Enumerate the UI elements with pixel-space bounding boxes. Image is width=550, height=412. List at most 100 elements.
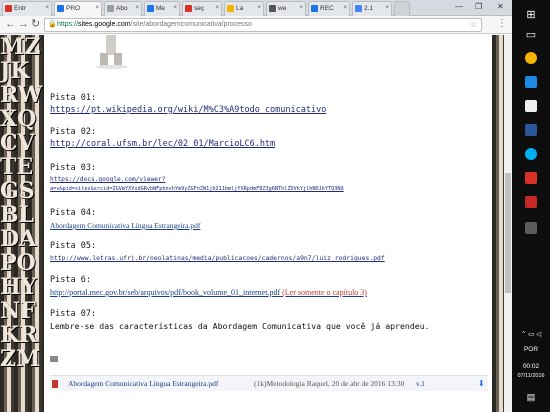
pista-06-line: http://portal.mec.gov.br/seb/arquivos/pd…	[50, 288, 367, 297]
pista-03-link-line2[interactable]: a=v&pid=sites&srcid=ZGVmYXVsdGRvbWFpbnxh…	[50, 186, 344, 192]
notification-icon[interactable]: ▤	[512, 392, 550, 403]
attachment-row-partial	[50, 393, 488, 403]
close-icon[interactable]: ×	[45, 2, 49, 15]
close-icon[interactable]: ×	[95, 2, 99, 15]
acrobat-icon[interactable]	[525, 172, 537, 184]
close-icon[interactable]: ×	[215, 2, 219, 15]
pista-04-label: Pista 04:	[50, 208, 97, 218]
close-icon[interactable]: ×	[299, 2, 303, 15]
forward-button[interactable]: →	[18, 18, 29, 31]
close-icon[interactable]: ×	[173, 2, 177, 15]
tab-label: 2.1	[364, 5, 374, 12]
tray-icons[interactable]: ⌃ ▭ ◁	[512, 330, 550, 338]
app-icon[interactable]	[525, 222, 537, 234]
tab-label: Me	[156, 5, 166, 12]
sites-icon	[147, 5, 154, 12]
pista-04-link[interactable]: Abordagem Comunicativa Língua Estrangeir…	[50, 221, 200, 230]
page-viewport: MZJKRWXQCVTEGSBLDAPOHYNFKRZM Pista 01: h…	[0, 35, 512, 412]
attachment-row: Abordagem Comunicativa Língua Estrangeir…	[50, 375, 488, 391]
close-icon[interactable]: ×	[135, 2, 139, 15]
start-icon[interactable]: ⊞	[521, 6, 541, 24]
tab-rec[interactable]: REC ×	[308, 1, 350, 16]
clock-time[interactable]: 00:02	[512, 363, 550, 370]
tab-label: La	[236, 5, 244, 12]
windows-taskbar: ⊞ ▭ ⌃ ▭ ◁ POR 00:02 07/11/2016 ▤	[512, 0, 550, 412]
pista-03-label: Pista 03:	[50, 163, 97, 173]
lock-icon: 🔒	[48, 21, 57, 28]
pista-03-link-line1[interactable]: https://docs.google.com/viewer?	[50, 176, 165, 183]
sites-icon	[57, 5, 64, 12]
close-icon[interactable]: ×	[257, 2, 261, 15]
attachment-name[interactable]: Abordagem Comunicativa Língua Estrangeir…	[68, 376, 218, 392]
close-icon[interactable]: ×	[343, 2, 347, 15]
pista-05-link[interactable]: http://www.letras.ufrj.br/neolatinas/med…	[50, 254, 385, 262]
url-path: /site/abordagemcomunicativa/processo	[130, 21, 252, 28]
reload-button[interactable]: ↻	[31, 18, 40, 31]
task-view-icon[interactable]: ▭	[521, 26, 541, 44]
tab-label: Abo	[116, 5, 128, 12]
tab-gmail[interactable]: Entr ×	[2, 1, 52, 16]
chrome-icon[interactable]	[525, 52, 537, 64]
attachment-meta: (1k)Metodologia Raquel, 20 de abr de 201…	[254, 379, 405, 388]
pista-06-link[interactable]: http://portal.mec.gov.br/seb/arquivos/pd…	[50, 288, 280, 297]
address-bar[interactable]: 🔒 https://sites.google.com/site/abordage…	[44, 18, 482, 32]
back-button[interactable]: ←	[5, 18, 16, 31]
minimize-button[interactable]: —	[455, 2, 463, 11]
maximize-button[interactable]: ❐	[475, 2, 482, 11]
pdf-icon	[185, 5, 192, 12]
clock-date[interactable]: 07/11/2016	[512, 373, 550, 379]
la-icon	[227, 5, 234, 12]
pista-05-label: Pista 05:	[50, 241, 97, 251]
scrollbar-thumb[interactable]	[505, 173, 511, 293]
tab-label: we	[278, 5, 287, 12]
tab-abordagem[interactable]: Abo ×	[104, 1, 142, 16]
page-icon	[269, 5, 276, 12]
skype-icon[interactable]	[525, 148, 537, 160]
browser-toolbar: ← → ↻ 🔒 https://sites.google.com/site/ab…	[0, 16, 512, 34]
pdf-icon	[52, 380, 58, 388]
url-host: sites.google.com	[78, 21, 131, 28]
tab-la[interactable]: La ×	[224, 1, 264, 16]
pista-01-link[interactable]: https://pt.wikipedia.org/wiki/M%C3%A9tod…	[50, 105, 326, 115]
attachments-folder-icon	[50, 356, 58, 362]
tab-label: PRO	[66, 5, 81, 12]
document-icon	[107, 5, 114, 12]
tab-me[interactable]: Me ×	[144, 1, 180, 16]
attachment-version[interactable]: v.1	[416, 376, 425, 392]
close-icon[interactable]: ×	[385, 2, 389, 15]
tab-google[interactable]: 2.1 ×	[352, 1, 392, 16]
pista-06-note: (Ler somente o capítulo 3)	[280, 288, 367, 297]
chrome-menu-button[interactable]: ⋮	[497, 18, 507, 29]
download-icon[interactable]: ⬇	[478, 376, 485, 392]
tab-processo[interactable]: PRO ×	[54, 1, 102, 16]
page-scrollbar[interactable]	[504, 35, 512, 412]
tab-label: REC	[320, 5, 334, 12]
letter-texture-right	[492, 35, 504, 412]
tab-strip: Entr × PRO × Abo × Me × seç × La × we × …	[0, 0, 512, 16]
tab-label: seç	[194, 5, 205, 12]
gmail-icon	[5, 5, 12, 12]
letter-texture-left-glyphs: MZJKRWXQCVTEGSBLDAPOHYNFKRZM	[0, 35, 43, 372]
word-icon[interactable]	[525, 124, 537, 136]
tab-web[interactable]: we ×	[266, 1, 306, 16]
pista-01-label: Pista 01:	[50, 93, 97, 103]
close-window-button[interactable]: ✕	[497, 2, 504, 11]
store-icon[interactable]	[525, 100, 537, 112]
input-language[interactable]: POR	[512, 346, 550, 353]
bookmark-star-icon[interactable]: ☆	[470, 19, 477, 31]
figure-illustration	[96, 35, 128, 69]
pista-07-label: Pista 07:	[50, 309, 97, 319]
powerpoint-icon[interactable]	[525, 196, 537, 208]
pista-06-label: Pista 6:	[50, 275, 91, 285]
page-content: Pista 01: https://pt.wikipedia.org/wiki/…	[44, 35, 492, 412]
sites-icon	[311, 5, 318, 12]
google-icon	[355, 5, 362, 12]
pista-02-link[interactable]: http://coral.ufsm.br/lec/02_01/MarcioLC6…	[50, 139, 275, 149]
new-tab-button[interactable]	[394, 1, 410, 16]
pista-02-label: Pista 02:	[50, 127, 97, 137]
tab-label: Entr	[14, 5, 26, 12]
edge-icon[interactable]	[525, 76, 537, 88]
pista-07-text: Lembre-se das características da Abordag…	[50, 321, 430, 331]
url-scheme: https://	[57, 21, 79, 28]
tab-selecao[interactable]: seç ×	[182, 1, 222, 16]
